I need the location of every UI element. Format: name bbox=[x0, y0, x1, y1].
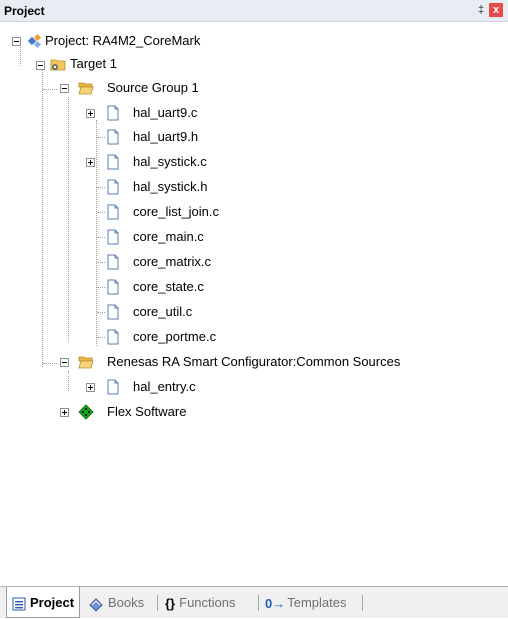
tree-item-flex-software[interactable]: Flex Software bbox=[107, 404, 186, 420]
file-icon bbox=[107, 304, 119, 320]
panel-title: Project bbox=[4, 4, 45, 18]
file-icon bbox=[107, 329, 119, 345]
tree-file-item[interactable]: core_util.c bbox=[133, 304, 192, 320]
file-icon bbox=[107, 204, 119, 220]
source-group-1-collapse-toggle[interactable] bbox=[60, 84, 69, 93]
tab-templates[interactable]: 0→ Templates bbox=[265, 587, 357, 618]
tab-separator bbox=[157, 595, 158, 611]
file-icon bbox=[107, 105, 119, 121]
project-tree: Project: RA4M2_CoreMark Target 1 Source … bbox=[0, 22, 508, 584]
project-tab-icon bbox=[12, 597, 26, 611]
tab-separator bbox=[362, 595, 363, 611]
tree-file-item[interactable]: core_state.c bbox=[133, 279, 204, 295]
file-expand-toggle[interactable] bbox=[86, 383, 95, 392]
tab-project-label: Project bbox=[30, 595, 75, 610]
books-tab-icon bbox=[89, 597, 103, 612]
close-icon[interactable]: x bbox=[489, 3, 503, 17]
file-expand-toggle[interactable] bbox=[86, 158, 95, 167]
target-folder-icon bbox=[50, 59, 66, 71]
file-icon bbox=[107, 279, 119, 295]
tree-item-source-group-1[interactable]: Source Group 1 bbox=[107, 80, 199, 96]
flex-software-icon bbox=[78, 404, 94, 420]
tree-file-item[interactable]: core_list_join.c bbox=[133, 204, 219, 220]
tree-file-item[interactable]: core_matrix.c bbox=[133, 254, 211, 270]
tree-item-project[interactable]: Project: RA4M2_CoreMark bbox=[45, 33, 200, 49]
folder-open-icon bbox=[78, 356, 94, 369]
file-icon bbox=[107, 179, 119, 195]
tree-item-renesas-group[interactable]: Renesas RA Smart Configurator:Common Sou… bbox=[107, 354, 400, 370]
templates-tab-icon: 0→ bbox=[265, 596, 286, 612]
panel-titlebar: Project ‡ x bbox=[0, 0, 508, 22]
project-collapse-toggle[interactable] bbox=[12, 37, 21, 46]
tree-file-item[interactable]: core_portme.c bbox=[133, 329, 216, 345]
tab-books-label: Books bbox=[108, 595, 145, 610]
tree-file-item[interactable]: core_main.c bbox=[133, 229, 204, 245]
pin-icon[interactable]: ‡ bbox=[474, 3, 488, 17]
file-icon bbox=[107, 154, 119, 170]
tree-file-item[interactable]: hal_systick.h bbox=[133, 179, 207, 195]
file-expand-toggle[interactable] bbox=[86, 109, 95, 118]
renesas-group-collapse-toggle[interactable] bbox=[60, 358, 69, 367]
tree-item-target[interactable]: Target 1 bbox=[70, 56, 117, 72]
tree-file-item[interactable]: hal_uart9.h bbox=[133, 129, 198, 145]
bottom-tab-bar: Project Books {} Functions 0→ Templates bbox=[0, 586, 508, 618]
tab-project[interactable]: Project bbox=[6, 587, 80, 618]
folder-open-icon bbox=[78, 82, 94, 95]
tab-functions-label: Functions bbox=[179, 595, 236, 610]
file-icon bbox=[107, 254, 119, 270]
file-icon bbox=[107, 379, 119, 395]
functions-tab-icon: {} bbox=[165, 596, 176, 612]
tab-books[interactable]: Books bbox=[88, 587, 154, 618]
tab-templates-label: Templates bbox=[287, 595, 347, 610]
file-icon bbox=[107, 229, 119, 245]
file-icon bbox=[107, 129, 119, 145]
tree-file-item[interactable]: hal_entry.c bbox=[133, 379, 196, 395]
tab-separator bbox=[258, 595, 259, 611]
tree-file-item[interactable]: hal_uart9.c bbox=[133, 105, 197, 121]
tree-file-item[interactable]: hal_systick.c bbox=[133, 154, 207, 170]
project-icon bbox=[27, 33, 42, 49]
tab-functions[interactable]: {} Functions bbox=[165, 587, 255, 618]
flex-software-expand-toggle[interactable] bbox=[60, 408, 69, 417]
target-collapse-toggle[interactable] bbox=[36, 61, 45, 70]
